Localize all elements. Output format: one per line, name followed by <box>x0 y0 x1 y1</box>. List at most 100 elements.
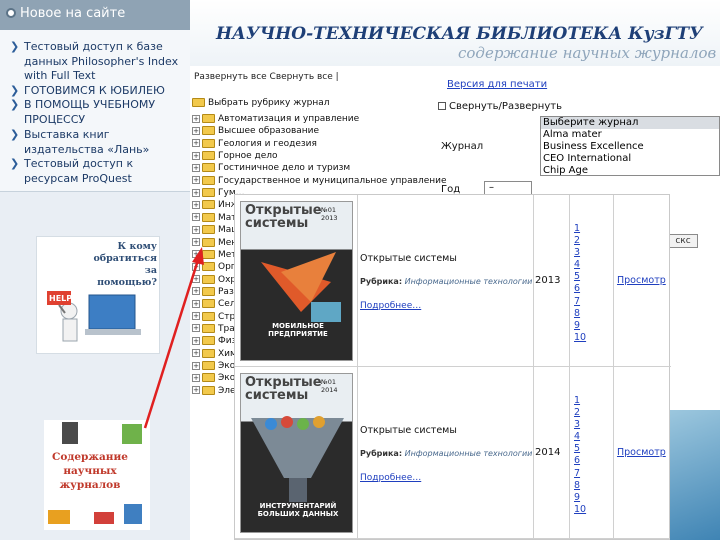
folder-icon <box>202 225 215 235</box>
checkbox-icon[interactable] <box>438 102 446 110</box>
tree-item-label: Геология и геодезия <box>218 138 317 149</box>
tree-root[interactable]: Выбрать рубрику журнал <box>192 97 330 109</box>
folder-icon <box>202 138 215 148</box>
folder-icon <box>202 188 215 198</box>
expand-icon[interactable]: + <box>192 213 200 222</box>
expand-icon[interactable]: + <box>192 361 200 370</box>
expand-collapse-toggle[interactable]: Свернуть/Развернуть <box>438 101 562 112</box>
issue-link[interactable]: 10 <box>574 332 588 344</box>
issue-link[interactable]: 6 <box>574 455 588 467</box>
expand-icon[interactable]: + <box>192 114 200 123</box>
expand-icon[interactable]: + <box>192 176 200 185</box>
expand-icon[interactable]: + <box>192 200 200 209</box>
journal-year: 2014 <box>535 447 561 458</box>
print-version-link[interactable]: Версия для печати <box>447 79 547 90</box>
folder-icon <box>202 163 215 173</box>
issue-link[interactable]: 7 <box>574 296 588 308</box>
news-item[interactable]: ❯ Тестовый доступ к ресурсам ProQuest <box>8 157 184 186</box>
issue-link[interactable]: 4 <box>574 259 588 271</box>
expand-icon[interactable]: + <box>192 275 200 284</box>
tree-item[interactable]: + Геология и геодезия <box>192 138 317 150</box>
expand-icon[interactable]: + <box>192 225 200 234</box>
journal-option[interactable]: Chip Age <box>541 165 719 175</box>
site-subtitle: содержание научных журналов <box>458 44 717 62</box>
chevron-right-icon: ❯ <box>10 98 20 111</box>
issue-link[interactable]: 9 <box>574 492 588 504</box>
issue-link[interactable]: 7 <box>574 468 588 480</box>
expand-icon[interactable]: + <box>192 151 200 160</box>
expand-icon[interactable]: + <box>192 163 200 172</box>
issue-link[interactable]: 1 <box>574 223 588 235</box>
cover-headline: МОБИЛЬНОЕ ПРЕДПРИЯТИЕ <box>268 322 328 338</box>
issue-link[interactable]: 3 <box>574 247 588 259</box>
issue-link[interactable]: 2 <box>574 407 588 419</box>
journals-banner[interactable]: Содержание научных журналов <box>44 420 150 530</box>
expand-icon[interactable]: + <box>192 312 200 321</box>
more-link[interactable]: Подробнее… <box>360 301 421 311</box>
news-item[interactable]: ❯ Тестовый доступ к базе данных Philosoph… <box>8 40 184 84</box>
tree-item[interactable]: + Государственное и муниципальное управле… <box>192 175 447 187</box>
news-item[interactable]: ❯ В ПОМОЩЬ УЧЕБНОМУ ПРОЦЕССУ <box>8 98 184 127</box>
expand-icon[interactable]: + <box>192 299 200 308</box>
journal-option[interactable]: CEO International <box>541 153 719 165</box>
issue-links: 1 2 3 4 5 6 7 8 9 10 <box>574 223 588 344</box>
news-item[interactable]: ❯ ГОТОВИМСЯ К ЮБИЛЕЮ <box>8 84 184 99</box>
folder-icon <box>202 286 215 296</box>
table-row: Открытые системы №01 2014 ИНСТРУМЕНТАРИЙ… <box>235 367 671 539</box>
view-link[interactable]: Просмотр <box>617 447 666 458</box>
chevron-right-icon: ❯ <box>10 40 20 53</box>
year-select[interactable]: – <box>484 181 532 195</box>
expand-icon[interactable]: + <box>192 238 200 246</box>
expand-icon[interactable]: + <box>192 336 200 345</box>
cover-headline: ИНСТРУМЕНТАРИЙ БОЛЬШИХ ДАННЫХ <box>257 502 339 518</box>
chevron-right-icon: ❯ <box>10 157 20 170</box>
folder-icon <box>202 175 215 185</box>
issue-link[interactable]: 8 <box>574 308 588 320</box>
issue-link[interactable]: 8 <box>574 480 588 492</box>
expand-icon[interactable]: + <box>192 262 200 271</box>
issue-link[interactable]: 9 <box>574 320 588 332</box>
issue-link[interactable]: 1 <box>574 395 588 407</box>
journal-option[interactable]: Business Excellence <box>541 141 719 153</box>
tree-controls[interactable]: Развернуть все Свернуть все | <box>194 72 344 83</box>
issue-link[interactable]: 4 <box>574 431 588 443</box>
journal-option[interactable]: Alma mater <box>541 129 719 141</box>
expand-icon[interactable]: + <box>192 386 200 395</box>
tree-item[interactable]: + Горное дело <box>192 150 278 162</box>
chevron-right-icon: ❯ <box>10 84 20 97</box>
issue-link[interactable]: 10 <box>574 504 588 516</box>
news-item[interactable]: ❯ Выставка книг издательства «Лань» <box>8 128 184 157</box>
tree-item[interactable]: + Автоматизация и управление <box>192 113 359 125</box>
issue-link[interactable]: 3 <box>574 419 588 431</box>
more-link[interactable]: Подробнее… <box>360 473 421 483</box>
expand-icon[interactable]: + <box>192 324 200 333</box>
issue-link[interactable]: 2 <box>574 235 588 247</box>
column-divider <box>533 367 534 539</box>
expand-icon[interactable]: + <box>192 287 200 296</box>
column-divider <box>569 367 570 539</box>
journal-cover[interactable]: Открытые системы №01 2014 ИНСТРУМЕНТАРИЙ… <box>240 373 353 533</box>
folder-icon <box>202 212 215 222</box>
issue-link[interactable]: 6 <box>574 283 588 295</box>
journal-select[interactable]: Выберите журнал Alma mater Business Excell… <box>540 116 720 176</box>
folder-icon <box>202 348 215 358</box>
expand-icon[interactable]: + <box>192 349 200 358</box>
issue-link[interactable]: 5 <box>574 271 588 283</box>
expand-icon[interactable]: + <box>192 188 200 197</box>
column-divider <box>613 195 614 367</box>
expand-icon[interactable]: + <box>192 126 200 135</box>
table-row: Открытые системы №01 2013 МОБИЛЬНОЕ ПРЕД… <box>235 195 671 367</box>
expand-icon[interactable]: + <box>192 373 200 382</box>
tree-item[interactable]: + Гостиничное дело и туризм <box>192 162 350 174</box>
journal-cover[interactable]: Открытые системы №01 2013 МОБИЛЬНОЕ ПРЕД… <box>240 201 353 361</box>
expand-icon[interactable]: + <box>192 139 200 148</box>
journal-option[interactable]: Выберите журнал <box>541 117 719 129</box>
tree-item[interactable]: + Высшее образование <box>192 125 319 137</box>
issue-link[interactable]: 5 <box>574 443 588 455</box>
help-banner[interactable]: К кому обратиться за помощью? HELP <box>36 236 160 354</box>
folder-icon <box>202 385 215 395</box>
help-sign: HELP <box>49 294 73 303</box>
search-button[interactable]: скс <box>668 234 698 248</box>
view-link[interactable]: Просмотр <box>617 275 666 286</box>
expand-icon[interactable]: + <box>192 250 200 259</box>
